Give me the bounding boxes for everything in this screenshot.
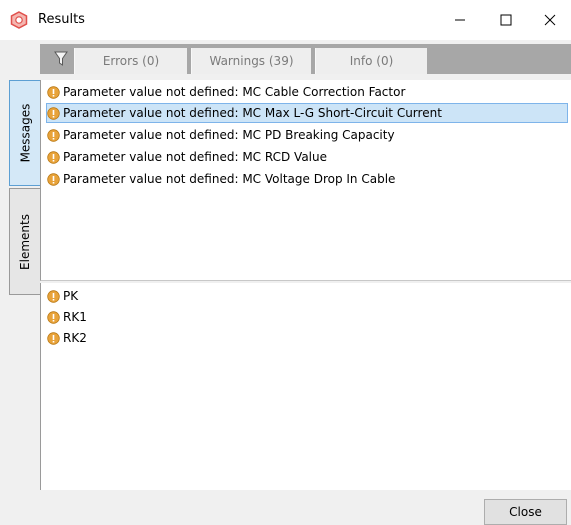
errors-filter-button[interactable]: Errors (0): [74, 48, 187, 74]
warning-icon: [47, 85, 60, 99]
side-tab-strip: Messages Elements: [9, 80, 40, 295]
messages-list[interactable]: Parameter value not defined: MC Cable Co…: [40, 80, 571, 281]
warning-icon: [47, 289, 60, 303]
list-item[interactable]: RK1: [47, 307, 87, 327]
maximize-icon: [500, 14, 512, 26]
list-item[interactable]: Parameter value not defined: MC RCD Valu…: [47, 147, 327, 167]
message-text: Parameter value not defined: MC PD Break…: [63, 128, 395, 142]
tab-messages-label: Messages: [18, 103, 33, 163]
close-window-button[interactable]: [528, 0, 571, 40]
message-text: Parameter value not defined: MC Max L-G …: [63, 106, 442, 120]
element-name: RK2: [63, 331, 87, 345]
warning-icon: [47, 106, 60, 120]
close-icon: [544, 14, 556, 26]
list-item[interactable]: Parameter value not defined: MC Voltage …: [47, 169, 395, 189]
warnings-filter-button[interactable]: Warnings (39): [191, 48, 311, 74]
title-bar: Results: [0, 0, 571, 40]
message-text: Parameter value not defined: MC Voltage …: [63, 172, 396, 186]
filter-toggle-button[interactable]: [50, 48, 72, 70]
tab-elements[interactable]: Elements: [9, 188, 40, 295]
list-item[interactable]: RK2: [47, 328, 87, 348]
warning-icon: [47, 128, 60, 142]
info-filter-button[interactable]: Info (0): [315, 48, 427, 74]
elements-list[interactable]: PK RK1 RK2: [40, 283, 571, 490]
element-name: PK: [63, 289, 79, 303]
tab-elements-label: Elements: [18, 213, 32, 270]
message-text: Parameter value not defined: MC Cable Co…: [63, 85, 406, 99]
warning-icon: [47, 310, 60, 324]
funnel-icon: [54, 51, 68, 66]
filter-toolbar: Errors (0) Warnings (39) Info (0): [40, 44, 571, 74]
minimize-icon: [455, 19, 465, 21]
app-logo-icon: [10, 11, 28, 29]
warning-icon: [47, 150, 60, 164]
maximize-button[interactable]: [484, 0, 528, 40]
list-item[interactable]: PK: [47, 286, 78, 306]
close-button[interactable]: Close: [484, 499, 567, 525]
warning-icon: [47, 331, 60, 345]
list-item[interactable]: Parameter value not defined: MC PD Break…: [47, 125, 395, 145]
tab-messages[interactable]: Messages: [9, 80, 40, 186]
warning-icon: [47, 172, 60, 186]
element-name: RK1: [63, 310, 87, 324]
list-item-selected[interactable]: Parameter value not defined: MC Max L-G …: [46, 103, 568, 123]
window-title: Results: [38, 12, 85, 27]
list-item[interactable]: Parameter value not defined: MC Cable Co…: [47, 82, 405, 102]
message-text: Parameter value not defined: MC RCD Valu…: [63, 150, 327, 164]
minimize-button[interactable]: [438, 0, 482, 40]
